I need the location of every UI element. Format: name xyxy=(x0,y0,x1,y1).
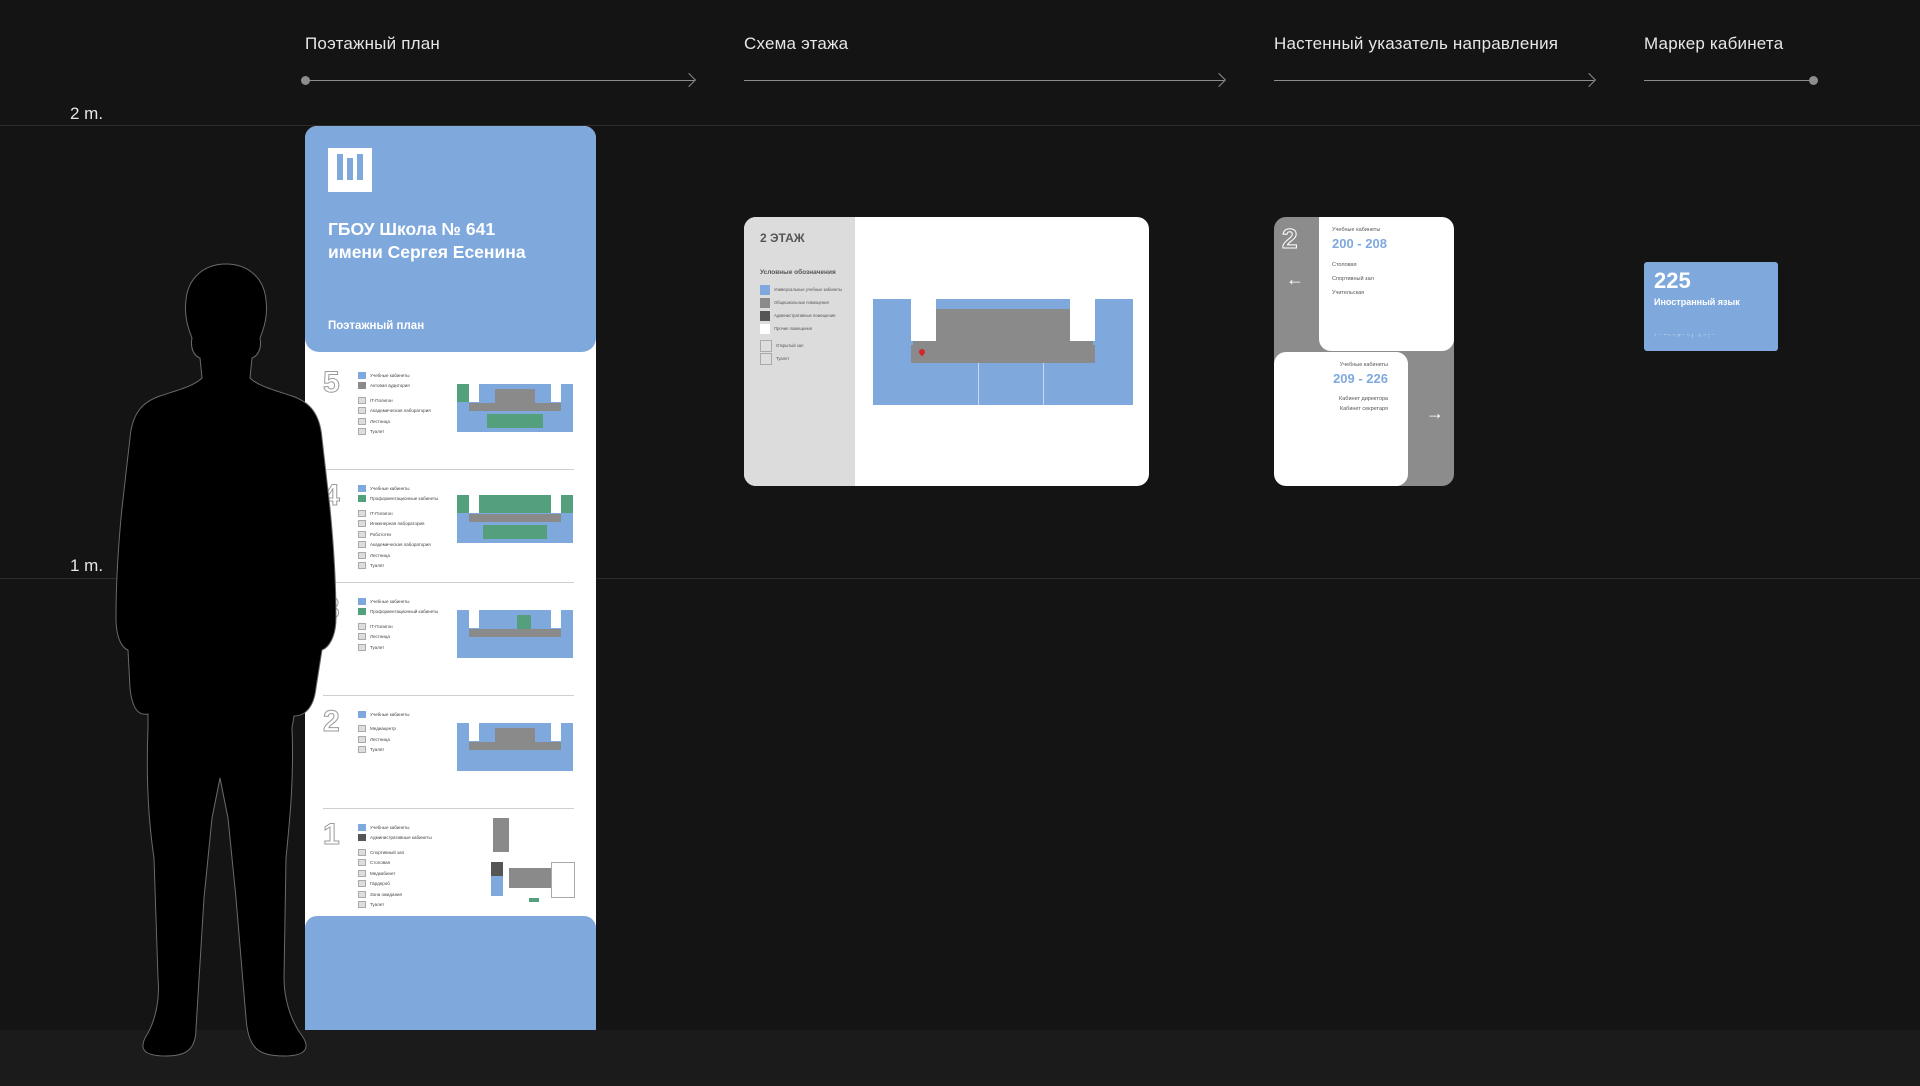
room-marker: 225 Иностранный язык ⠃⠁⠉⠃⠑⠛⠁⠑⠇ ⠓⠊⠅⠁ xyxy=(1644,262,1778,351)
floor-mini-map xyxy=(457,723,573,771)
direction-card-top: Учебные кабинеты 200 - 208 Столовая Спор… xyxy=(1319,217,1454,351)
timeline-arrow-1 xyxy=(301,72,697,88)
braille-text: ⠃⠁⠉⠃⠑⠛⠁⠑⠇ ⠓⠊⠅⠁ xyxy=(1654,334,1717,340)
floor-mini-map xyxy=(491,818,575,904)
scheme-floor-plan xyxy=(873,299,1133,405)
person-silhouette xyxy=(115,263,337,1057)
scheme-legend-panel: 2 ЭТАЖ Условные обозначения Универсальны… xyxy=(744,217,855,486)
arrow-left-icon: ← xyxy=(1286,269,1304,289)
room-name: Иностранный язык xyxy=(1654,297,1740,307)
arrow-right-icon: → xyxy=(1426,403,1444,423)
direction-range-top: 200 - 208 xyxy=(1332,236,1387,251)
school-logo-icon xyxy=(328,148,372,192)
timeline-arrow-4 xyxy=(1644,76,1818,85)
timeline-arrow-2 xyxy=(744,72,1227,88)
section-label-floor-plan: Поэтажный план xyxy=(305,34,440,53)
floor-mini-map xyxy=(457,384,573,432)
section-label-room-marker: Маркер кабинета xyxy=(1644,34,1784,53)
restroom-icon xyxy=(1070,299,1095,341)
room-number: 225 xyxy=(1654,268,1691,293)
scheme-legend-title: Условные обозначения xyxy=(760,269,836,276)
direction-floor-number: 2 xyxy=(1282,223,1299,255)
floor-mini-map xyxy=(457,610,573,658)
height-mark-2m: 2 m. xyxy=(70,104,104,123)
floor-mini-map xyxy=(457,495,573,543)
scheme-floor-title: 2 ЭТАЖ xyxy=(760,231,805,245)
direction-card-bottom: Учебные кабинеты 209 - 226 Кабинет дирек… xyxy=(1274,352,1408,486)
height-line-2m xyxy=(0,125,1920,126)
section-label-wall-sign: Настенный указатель направления xyxy=(1274,34,1559,53)
wall-direction-sign: 2 ← Учебные кабинеты 200 - 208 Столовая … xyxy=(1274,217,1454,486)
timeline-arrow-3 xyxy=(1274,72,1597,88)
restroom-icon xyxy=(911,299,936,341)
scheme-legend: Универсальные учебные кабинеты Общешколь… xyxy=(760,283,842,365)
floor-scheme-sign: 2 ЭТАЖ Условные обозначения Универсальны… xyxy=(744,217,1149,486)
height-mark-1m: 1 m. xyxy=(70,556,104,575)
section-label-floor-scheme: Схема этажа xyxy=(744,34,849,53)
direction-range-bottom: 209 - 226 xyxy=(1333,371,1388,386)
